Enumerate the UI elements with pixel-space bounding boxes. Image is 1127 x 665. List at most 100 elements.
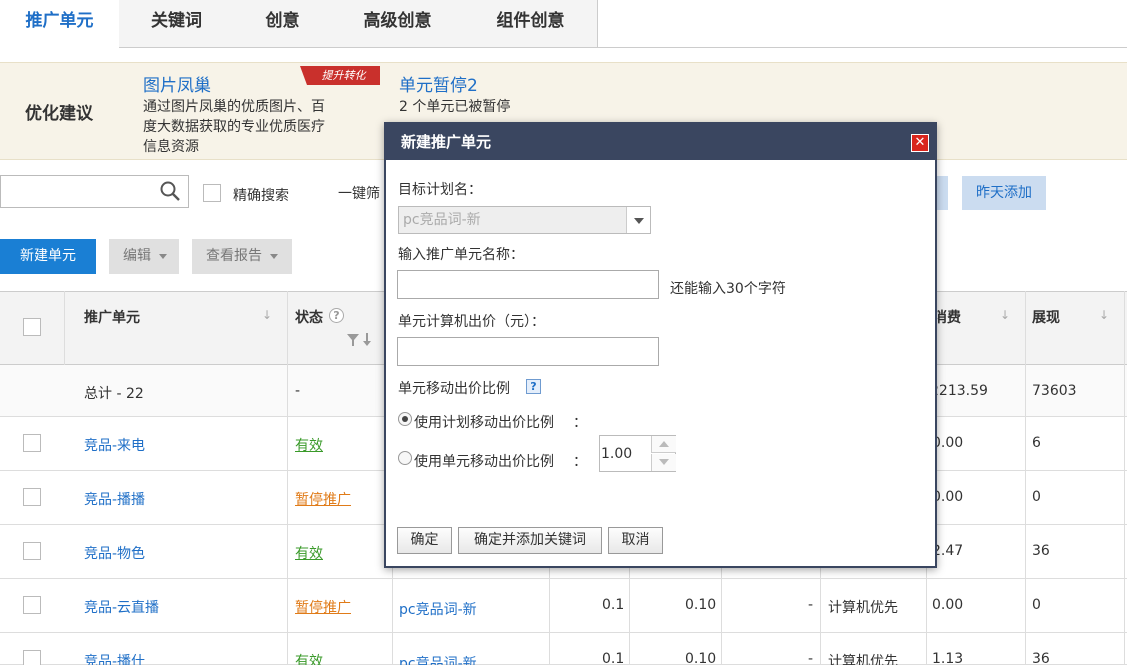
edit-label: 编辑 (123, 248, 151, 264)
view-report-label: 查看报告 (206, 248, 262, 264)
status-link[interactable]: 有效 (295, 435, 323, 455)
row-bid-ratio: 0.1 (602, 651, 625, 665)
total-unit: 总计 - 22 (84, 386, 144, 402)
use-plan-ratio-radio[interactable] (398, 412, 412, 426)
table-row[interactable]: 竞品-云直播 暂停推广 pc竞品词-新 0.1 0.10 - 计算机优先 0.0… (0, 579, 1127, 633)
ratio-value[interactable]: 1.00 (601, 446, 632, 462)
header-status[interactable]: 状态 (295, 307, 323, 327)
close-icon[interactable]: ✕ (911, 134, 929, 152)
header-impressions[interactable]: 展现 (1032, 307, 1060, 327)
row-checkbox[interactable] (23, 650, 41, 665)
suggestion-link-paused[interactable]: 单元暂停2 (399, 71, 478, 96)
exact-search-checkbox[interactable] (203, 184, 221, 202)
row-checkbox[interactable] (23, 542, 41, 560)
dialog-title: 新建推广单元 (386, 124, 935, 160)
row-impressions: 0 (1032, 597, 1041, 613)
total-status: - (295, 383, 301, 399)
header-unit[interactable]: 推广单元 (84, 307, 140, 327)
row-bid: 0.10 (685, 651, 717, 665)
table-row[interactable]: 竞品-播什 有效 pc竞品词-新 0.1 0.10 - 计算机优先 1.13 3… (0, 633, 1127, 665)
chevron-down-icon[interactable] (626, 207, 650, 233)
unit-name-link[interactable]: 竞品-播播 (84, 489, 145, 509)
tab-creative[interactable]: 创意 (234, 0, 332, 48)
total-cost: 2213.59 (930, 383, 988, 399)
row-impressions: 36 (1032, 543, 1050, 559)
row-dash: - (808, 651, 814, 665)
sort-arrow-icon[interactable]: ↓ (1099, 308, 1109, 322)
status-link[interactable]: 有效 (295, 543, 323, 563)
row-checkbox[interactable] (23, 596, 41, 614)
colon-label: ： (573, 454, 587, 470)
row-impressions: 6 (1032, 435, 1041, 451)
added-yesterday-button[interactable]: 昨天添加 (962, 176, 1046, 210)
row-cost: 0.00 (932, 597, 964, 613)
unit-name-link[interactable]: 竞品-云直播 (84, 597, 159, 617)
unit-name-label: 输入推广单元名称： (398, 247, 524, 263)
status-link[interactable]: 暂停推广 (295, 597, 351, 617)
tab-keywords[interactable]: 关键词 (119, 0, 235, 48)
status-link[interactable]: 有效 (295, 651, 323, 665)
chevron-down-icon (270, 253, 278, 259)
char-count-hint: 还能输入30个字符 (670, 281, 786, 297)
plan-link[interactable]: pc竞品词-新 (399, 599, 477, 619)
confirm-add-keyword-button[interactable]: 确定并添加关键词 (458, 527, 602, 554)
mobile-ratio-label: 单元移动出价比例 (398, 381, 510, 397)
suggestion-desc: 通过图片凤巢的优质图片、百 度大数据获取的专业优质医疗 信息资源 (143, 97, 325, 157)
suggestion-desc-line: 通过图片凤巢的优质图片、百 (143, 99, 325, 115)
sort-arrow-icon[interactable]: ↓ (262, 308, 272, 322)
stepper-down-icon[interactable] (651, 454, 676, 471)
row-priority: 计算机优先 (828, 600, 898, 616)
exact-search-label: 精确搜索 (233, 188, 289, 204)
unit-name-link[interactable]: 竞品-物色 (84, 543, 145, 563)
edit-dropdown[interactable]: 编辑 (109, 239, 179, 274)
target-plan-select[interactable]: pc竞品词-新 (398, 206, 651, 234)
pc-bid-input[interactable] (397, 337, 659, 366)
suggestion-title: 优化建议 (25, 104, 93, 124)
column-divider (64, 291, 65, 365)
pc-bid-label: 单元计算机出价（元）： (398, 314, 545, 330)
use-unit-ratio-radio[interactable] (398, 451, 412, 465)
colon-label: ： (573, 415, 587, 431)
row-priority: 计算机优先 (828, 654, 898, 665)
plan-link[interactable]: pc竞品词-新 (399, 653, 477, 665)
row-cost: 1.13 (932, 651, 964, 665)
select-all-checkbox[interactable] (23, 318, 41, 336)
suggestion-link-image[interactable]: 图片凤巢 (143, 71, 211, 96)
help-icon[interactable]: ? (526, 379, 541, 394)
column-divider (287, 291, 288, 665)
unit-name-link[interactable]: 竞品-播什 (84, 651, 145, 665)
tab-bar: 推广单元 关键词 创意 高级创意 组件创意 (0, 0, 1127, 48)
row-impressions: 36 (1032, 651, 1050, 665)
view-report-dropdown[interactable]: 查看报告 (192, 239, 292, 274)
tab-advanced-creative[interactable]: 高级创意 (331, 0, 465, 48)
suggestion-desc: 2 个单元已被暂停 (399, 99, 511, 115)
total-impressions: 73603 (1032, 383, 1077, 399)
row-checkbox[interactable] (23, 434, 41, 452)
sort-arrow-icon[interactable]: ↓ (1000, 308, 1010, 322)
target-plan-value: pc竞品词-新 (403, 212, 481, 228)
column-divider (1025, 291, 1026, 665)
header-cost[interactable]: 消费 (933, 307, 961, 327)
status-link[interactable]: 暂停推广 (295, 489, 351, 509)
cancel-button[interactable]: 取消 (608, 527, 663, 554)
tab-promo-unit[interactable]: 推广单元 (0, 0, 120, 48)
unit-name-input[interactable] (397, 270, 659, 299)
row-checkbox[interactable] (23, 488, 41, 506)
tab-component-creative[interactable]: 组件创意 (464, 0, 598, 48)
filter-sort-icon[interactable] (347, 333, 373, 347)
row-bid: 0.10 (685, 597, 717, 613)
suggestion-desc-line: 信息资源 (143, 139, 199, 155)
row-bid-ratio: 0.1 (602, 597, 625, 613)
stepper-up-icon[interactable] (651, 436, 676, 453)
search-icon[interactable] (160, 181, 180, 201)
unit-name-link[interactable]: 竞品-来电 (84, 435, 145, 455)
target-plan-label: 目标计划名： (398, 182, 482, 198)
ratio-stepper[interactable]: 1.00 (599, 435, 676, 472)
status-help-icon[interactable]: ? (329, 308, 344, 323)
conversion-badge: 提升转化 (300, 66, 380, 85)
new-unit-button[interactable]: 新建单元 (0, 239, 96, 274)
quick-filter-label[interactable]: 一键筛 (338, 183, 380, 203)
row-dash: - (808, 597, 814, 613)
confirm-button[interactable]: 确定 (397, 527, 452, 554)
use-plan-ratio-label: 使用计划移动出价比例 (414, 415, 554, 431)
